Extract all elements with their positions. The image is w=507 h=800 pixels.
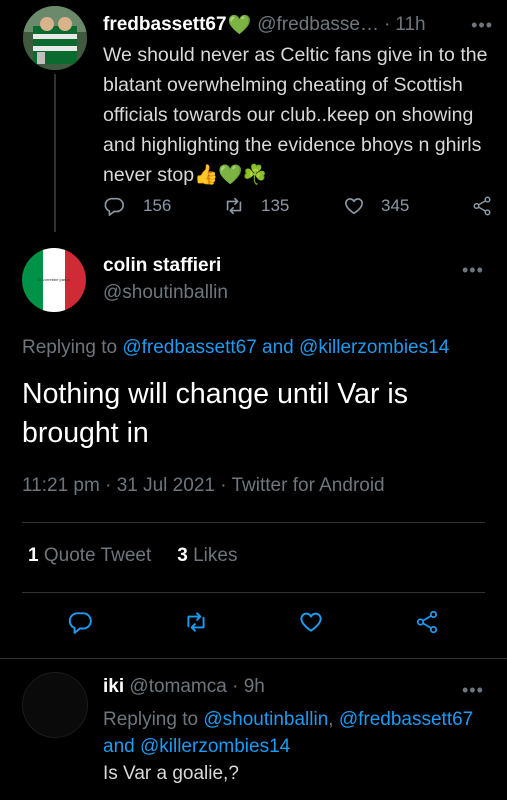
- separator-dot: ·: [232, 676, 239, 697]
- reply-time[interactable]: 9h: [244, 676, 265, 697]
- more-icon[interactable]: •••: [471, 15, 493, 36]
- divider: [22, 522, 485, 523]
- main-handle[interactable]: @shoutinballin: [103, 282, 228, 304]
- share-button[interactable]: [471, 195, 493, 217]
- reply-icon: [68, 611, 92, 634]
- reply-replying-to: Replying to @shoutinballin, @fredbassett…: [103, 706, 498, 760]
- like-button[interactable]: 345: [343, 195, 463, 217]
- replying-prefix: Replying to: [22, 337, 118, 358]
- separator-dot: ·: [105, 475, 117, 496]
- tweet1-handle[interactable]: @fredbasse…: [257, 14, 379, 36]
- retweet-count: 135: [261, 196, 290, 215]
- share-icon: [417, 610, 438, 633]
- reply-button[interactable]: [67, 609, 93, 640]
- avatar-flag-text: Ci vorrebbe passo: [37, 277, 71, 282]
- replying-prefix: Replying to: [103, 709, 199, 730]
- retweet-icon: [226, 197, 242, 215]
- more-icon[interactable]: •••: [462, 260, 484, 281]
- main-author-name[interactable]: colin staffieri: [103, 255, 221, 277]
- likes-count: 3: [177, 545, 188, 566]
- like-button[interactable]: [298, 609, 324, 640]
- like-icon: [344, 198, 364, 215]
- divider: [0, 658, 507, 659]
- separator-dot: ·: [220, 475, 232, 496]
- reply-text: Is Var a goalie,?: [103, 763, 239, 784]
- reply-handle[interactable]: @tomamca: [129, 676, 226, 697]
- tweet1-actions: 156 135 345: [103, 188, 493, 224]
- separator-dot: ·: [383, 14, 391, 35]
- tweet-date: 31 Jul 2021: [116, 475, 215, 496]
- main-tweet-text: Nothing will change until Var is brought…: [22, 378, 409, 449]
- replying-user-killerzombies14[interactable]: @killerzombies14: [299, 337, 449, 358]
- avatar-iki[interactable]: [22, 672, 88, 738]
- main-tweet-actions: [22, 608, 485, 640]
- replying-user-shoutinballin[interactable]: @shoutinballin: [203, 709, 328, 730]
- replying-and: and: [103, 736, 135, 757]
- tweet1-text: We should never as Celtic fans give in t…: [103, 44, 488, 186]
- reply-icon: [104, 197, 124, 216]
- tweet1-header: fredbassett67 💚 @fredbasse… · 11h •••: [103, 10, 493, 40]
- thread-line: [54, 74, 56, 232]
- comma: ,: [328, 709, 334, 730]
- green-heart-emoji: 💚: [227, 15, 252, 36]
- like-icon: [300, 612, 323, 632]
- avatar-image: [23, 6, 87, 70]
- retweet-button[interactable]: 135: [223, 195, 343, 217]
- replying-and: and: [262, 337, 294, 358]
- quote-label: Quote Tweet: [43, 545, 152, 566]
- share-icon: [473, 196, 491, 216]
- like-count: 345: [381, 196, 410, 215]
- likes-stat[interactable]: 3 Likes: [177, 545, 237, 567]
- replying-to: Replying to @fredbassett67 and @killerzo…: [22, 337, 449, 359]
- retweet-button[interactable]: [183, 609, 209, 640]
- avatar-fredbassett67[interactable]: [23, 6, 87, 70]
- share-button[interactable]: [414, 609, 440, 640]
- quote-count: 1: [28, 545, 39, 566]
- reply-author-name[interactable]: iki: [103, 676, 124, 697]
- retweet-icon: [187, 611, 205, 632]
- avatar-colin-staffieri[interactable]: Ci vorrebbe passo: [22, 248, 86, 312]
- tweet-time: 11:21 pm: [22, 475, 100, 496]
- tweet-client[interactable]: Twitter for Android: [232, 475, 385, 496]
- tweet1-time[interactable]: 11h: [395, 14, 425, 36]
- likes-label: Likes: [193, 545, 238, 566]
- reply-button[interactable]: 156: [103, 195, 223, 217]
- replying-user-fredbassett67[interactable]: @fredbassett67: [339, 709, 473, 730]
- tweet-meta: 11:21 pm · 31 Jul 2021 · Twitter for And…: [22, 475, 385, 497]
- reply-count: 156: [143, 196, 172, 215]
- reply-header: iki @tomamca · 9h: [103, 676, 265, 698]
- replying-user-killerzombies14[interactable]: @killerzombies14: [140, 736, 290, 757]
- more-icon[interactable]: •••: [462, 680, 484, 701]
- replying-user-fredbassett67[interactable]: @fredbassett67: [122, 337, 256, 358]
- quote-tweets-stat[interactable]: 1 Quote Tweet: [28, 545, 151, 567]
- tweet-stats: 1 Quote Tweet 3 Likes: [28, 545, 237, 567]
- tweet1-author-name[interactable]: fredbassett67: [103, 14, 227, 36]
- divider: [22, 592, 485, 593]
